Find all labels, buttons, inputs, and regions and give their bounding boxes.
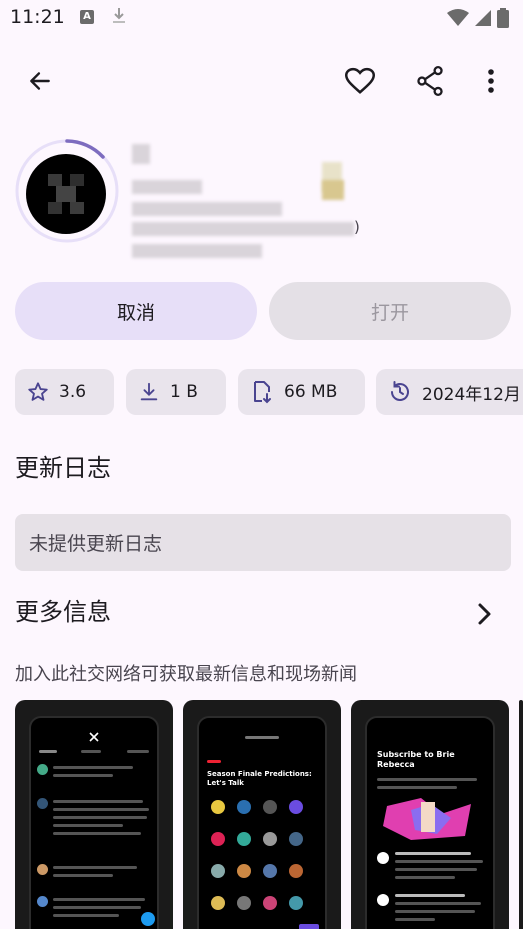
signal-icon (475, 10, 491, 26)
download-notification-icon (113, 8, 125, 23)
screenshot-1-phone (29, 716, 159, 929)
screenshot-2-title: Season Finale Predictions: Let's Talk (207, 770, 312, 787)
screenshot-3-phone: Subscribe to Brie Rebecca (365, 716, 495, 929)
update-history-icon (391, 381, 409, 401)
app-details-blurred: ) (132, 140, 512, 260)
back-button[interactable] (18, 59, 62, 103)
notification-a-icon: A (80, 10, 94, 24)
top-app-bar (0, 56, 523, 108)
screenshot-2[interactable]: Season Finale Predictions: Let's Talk (183, 700, 341, 929)
subscribe-illustration (383, 798, 471, 840)
rating-chip[interactable]: 3.6 (15, 369, 114, 415)
rating-value: 3.6 (59, 382, 87, 402)
status-bar: 11:21 A (0, 0, 523, 36)
battery-icon (497, 8, 509, 28)
arrow-back-icon (30, 72, 50, 90)
heart-outline-icon (345, 67, 375, 94)
app-icon (26, 154, 106, 234)
open-button[interactable]: 打开 (269, 282, 511, 340)
x-logo-icon (89, 732, 99, 742)
screenshot-3[interactable]: Subscribe to Brie Rebecca (351, 700, 509, 929)
x-logo-icon (48, 174, 84, 214)
status-icons (447, 8, 509, 28)
more-button[interactable] (469, 59, 513, 103)
share-button[interactable] (408, 59, 452, 103)
chevron-right-icon[interactable] (470, 598, 500, 630)
download-icon (140, 382, 158, 401)
updated-value: 2024年12月 (422, 384, 521, 405)
status-time: 11:21 (10, 6, 65, 28)
more-info-title[interactable]: 更多信息 (15, 592, 111, 627)
wifi-icon (447, 9, 469, 26)
screenshot-4-partial[interactable] (519, 700, 523, 929)
screenshot-3-title: Subscribe to Brie Rebecca (377, 750, 455, 769)
changelog-empty-box: 未提供更新日志 (15, 514, 511, 571)
share-icon (417, 66, 443, 96)
app-description: 加入此社交网络可获取最新信息和现场新闻 (15, 664, 357, 685)
more-vert-icon (488, 69, 494, 93)
updated-chip[interactable]: 2024年12月 (376, 369, 523, 415)
changelog-title: 更新日志 (15, 454, 111, 482)
meta-paren: ) (354, 218, 360, 236)
downloads-value: 1 B (170, 382, 198, 402)
star-outline-icon (28, 382, 48, 401)
app-icon-container (14, 138, 120, 244)
screenshot-2-phone: Season Finale Predictions: Let's Talk (197, 716, 327, 929)
favorite-button[interactable] (338, 59, 382, 103)
downloads-chip[interactable]: 1 B (126, 369, 226, 415)
size-chip[interactable]: 66 MB (238, 369, 365, 415)
size-value: 66 MB (284, 382, 338, 402)
cancel-button[interactable]: 取消 (15, 282, 257, 340)
screenshot-1[interactable] (15, 700, 173, 929)
file-size-icon (254, 381, 271, 404)
